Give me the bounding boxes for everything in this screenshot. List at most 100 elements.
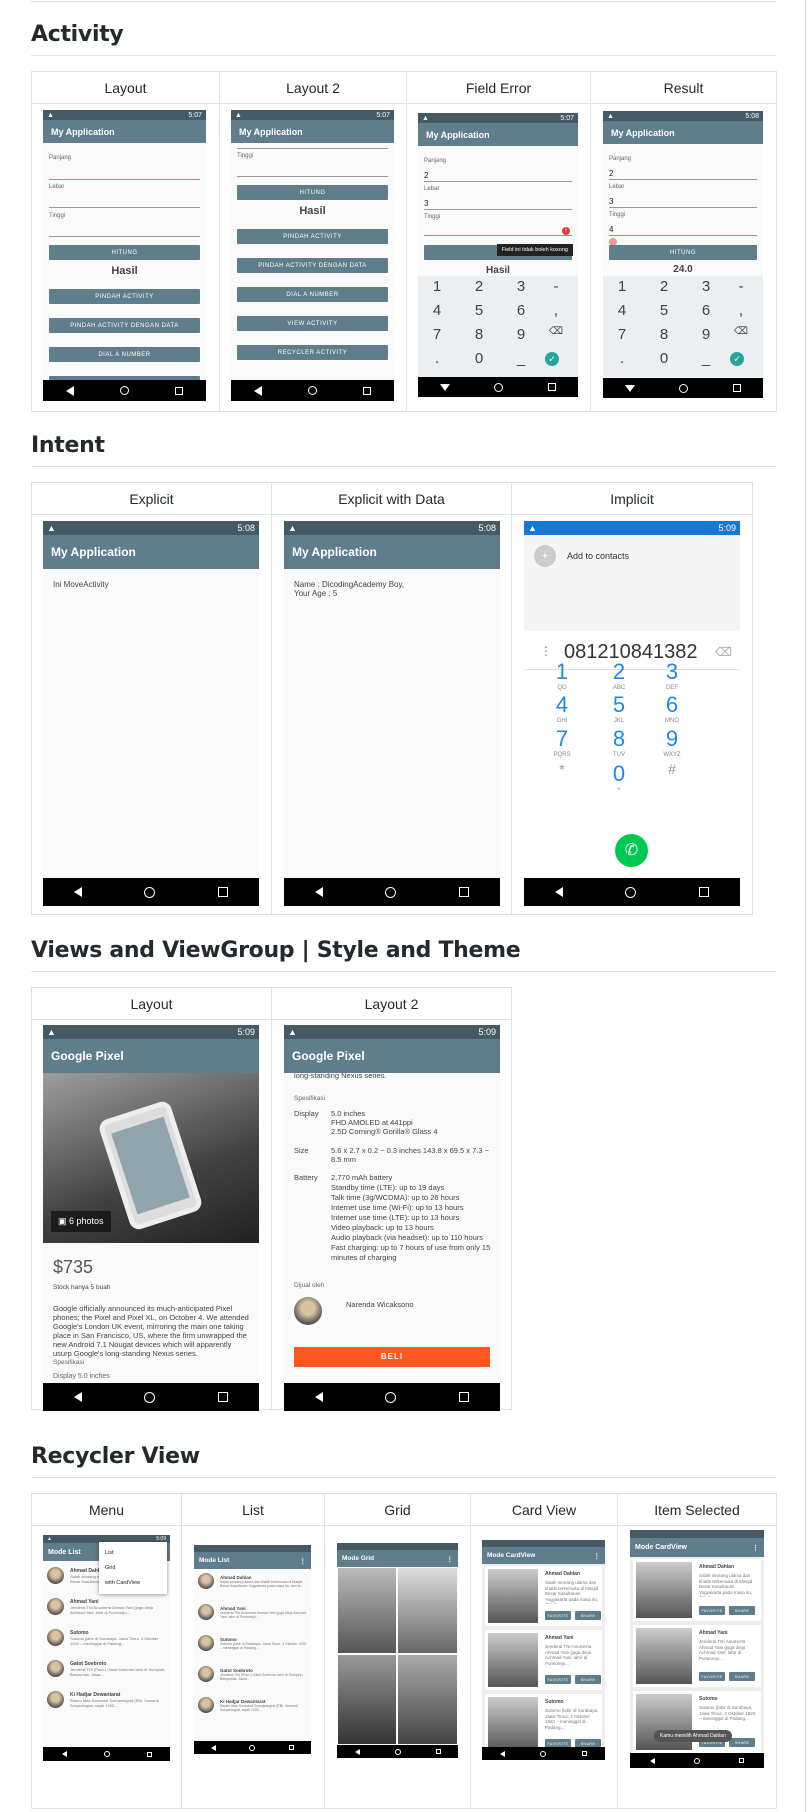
recents-icon[interactable] [146,1751,152,1757]
recents-icon[interactable] [739,1758,745,1763]
photos-badge[interactable]: ▣ 6 photos [51,1211,111,1232]
home-icon[interactable] [144,1391,156,1403]
recycler-button[interactable]: RECYCLER ACTIVITY [237,345,388,360]
recents-icon[interactable] [458,887,469,897]
share-button[interactable]: SHARE [729,1672,755,1681]
input-panjang-value[interactable]: 2 [424,171,428,180]
backspace-icon[interactable]: ⌫ [715,645,732,659]
grid-photo-ahmad-yani[interactable] [398,1568,457,1653]
favorite-button[interactable]: FAVORITE [545,1611,571,1620]
dial-key[interactable]: * [542,761,582,777]
list-item[interactable]: Ki Hadjar Dewantarat Raden Mas Soewardi S… [194,1695,311,1726]
back-icon[interactable] [649,1757,655,1764]
view-button[interactable]: VIEW ACTIVITY [237,316,388,331]
recents-icon[interactable] [547,383,556,391]
home-icon[interactable] [249,1744,256,1751]
product-photo[interactable]: ▣ 6 photos [43,1073,259,1243]
hitung-button[interactable]: HITUNG [49,245,200,260]
list-item[interactable]: Ahmad Yani Jenderal TNI Anumerta Ahmad Ya… [194,1602,311,1633]
overflow-icon[interactable]: ⋮ [594,1552,601,1560]
home-icon[interactable] [494,382,504,392]
menu-item-list[interactable]: List [105,1546,161,1561]
home-icon[interactable] [103,1751,110,1757]
grid-photo-gatot[interactable] [398,1655,457,1744]
card-item[interactable]: Ahmad Dahlan Salah seorang ulama dan khat… [633,1559,761,1621]
share-button[interactable]: SHARE [575,1611,601,1620]
input-lebar-value[interactable]: 3 [609,197,613,206]
recents-icon[interactable] [582,1751,588,1756]
home-icon[interactable] [625,886,637,898]
list-item[interactable]: Sutomo Sutomo (lahir di Surabaya, Jawa Ti… [43,1627,170,1658]
card-item[interactable]: Ahmad Dahlan Salah seorang ulama dan khat… [485,1566,602,1626]
input-tinggi[interactable] [49,236,200,237]
home-icon[interactable] [308,386,317,395]
dial-key[interactable]: 0 + [599,761,639,793]
overflow-icon[interactable]: ⋮ [752,1544,759,1552]
backspace-icon[interactable]: ⌫ [541,326,571,337]
add-contacts-link[interactable]: Add to contacts [567,552,629,561]
back-icon[interactable] [315,887,324,897]
dial-key[interactable]: 3 DEF [652,659,692,691]
home-icon[interactable] [679,383,689,393]
input-panjang-value[interactable]: 2 [609,169,613,178]
dial-key[interactable]: 5 JKL [599,692,639,724]
share-button[interactable]: SHARE [575,1675,601,1684]
home-icon[interactable] [385,886,397,898]
recents-icon[interactable] [698,887,709,897]
dial-key[interactable]: 6 MNO [652,692,692,724]
call-button[interactable]: ✆ [615,834,648,867]
home-icon[interactable] [144,886,156,898]
back-icon[interactable] [66,385,74,396]
dial-key[interactable]: 9 WXYZ [652,726,692,758]
home-icon[interactable] [385,1391,397,1403]
back-icon[interactable] [61,1751,67,1757]
hitung-button[interactable]: HITUNG [237,185,388,200]
pindah-button[interactable]: PINDAH ACTIVITY [49,289,200,304]
back-icon[interactable] [74,1392,83,1402]
favorite-button[interactable]: FAVORITE [545,1675,571,1684]
input-tinggi[interactable] [237,176,388,177]
favorite-button[interactable]: FAVORITE [699,1606,725,1615]
numeric-keyboard[interactable]: 123- 456, 7 8 9 ⌫ . 0 _ ✓ [603,276,763,377]
dial-key[interactable]: 4 GHI [542,692,582,724]
overflow-icon[interactable]: ⋮ [540,644,552,658]
back-icon[interactable] [74,887,83,897]
done-icon[interactable]: ✓ [730,352,744,366]
card-item[interactable]: Sutomo Sutomo (lahir di Surabaya, Jawa Ti… [633,1691,761,1753]
grid-photo-ahmad-dahlan[interactable] [338,1568,396,1653]
menu-item-cardview[interactable]: with CardView [105,1576,161,1591]
home-icon[interactable] [693,1757,700,1764]
numeric-keyboard[interactable]: 123- 456, 7 8 9 ⌫ . 0 _ ✓ [418,276,578,377]
share-button[interactable]: SHARE [729,1738,755,1747]
input-tinggi-value[interactable]: 4 [609,225,613,234]
menu-item-grid[interactable]: Grid [105,1561,161,1576]
back-icon[interactable] [254,385,262,396]
back-icon[interactable] [315,1392,324,1402]
pindah-button[interactable]: PINDAH ACTIVITY [237,229,388,244]
recents-icon[interactable] [217,1392,228,1402]
input-panjang[interactable] [49,179,200,180]
add-contact-icon[interactable]: + [534,545,556,567]
recents-icon[interactable] [435,1749,441,1754]
back-icon[interactable] [210,1744,216,1751]
input-lebar-value[interactable]: 3 [424,199,428,208]
dial-key[interactable]: 1 QO [542,659,582,691]
overflow-icon[interactable]: ⋮ [300,1557,307,1565]
dial-key[interactable]: 8 TUV [599,726,639,758]
recents-icon[interactable] [217,887,228,897]
favorite-button[interactable]: FAVORITE [699,1672,725,1681]
list-item[interactable]: Gatot Soebroto Jenderal TNI (Purn.) Gatot… [194,1664,311,1695]
list-item[interactable]: Ahmad Yani Jenderal TNI Anumerta Ahmad Ya… [43,1596,170,1627]
home-icon[interactable] [120,386,129,395]
pindah-data-button[interactable]: PINDAH ACTIVITY DENGAN DATA [49,318,200,333]
input-lebar[interactable] [49,207,200,208]
list-item[interactable]: Sutomo Sutomo (lahir di Surabaya, Jawa Ti… [194,1633,311,1664]
backspace-icon[interactable]: ⌫ [726,326,756,337]
hide-keyboard-icon[interactable] [440,383,451,391]
back-icon[interactable] [354,1748,360,1755]
recents-icon[interactable] [289,1745,295,1750]
list-item[interactable]: Ahmad DahlanSalah seorang ulama dan khat… [194,1571,311,1602]
dial-key[interactable]: # [652,761,692,777]
dial-button[interactable]: DIAL A NUMBER [49,347,200,362]
hide-keyboard-icon[interactable] [625,384,636,392]
